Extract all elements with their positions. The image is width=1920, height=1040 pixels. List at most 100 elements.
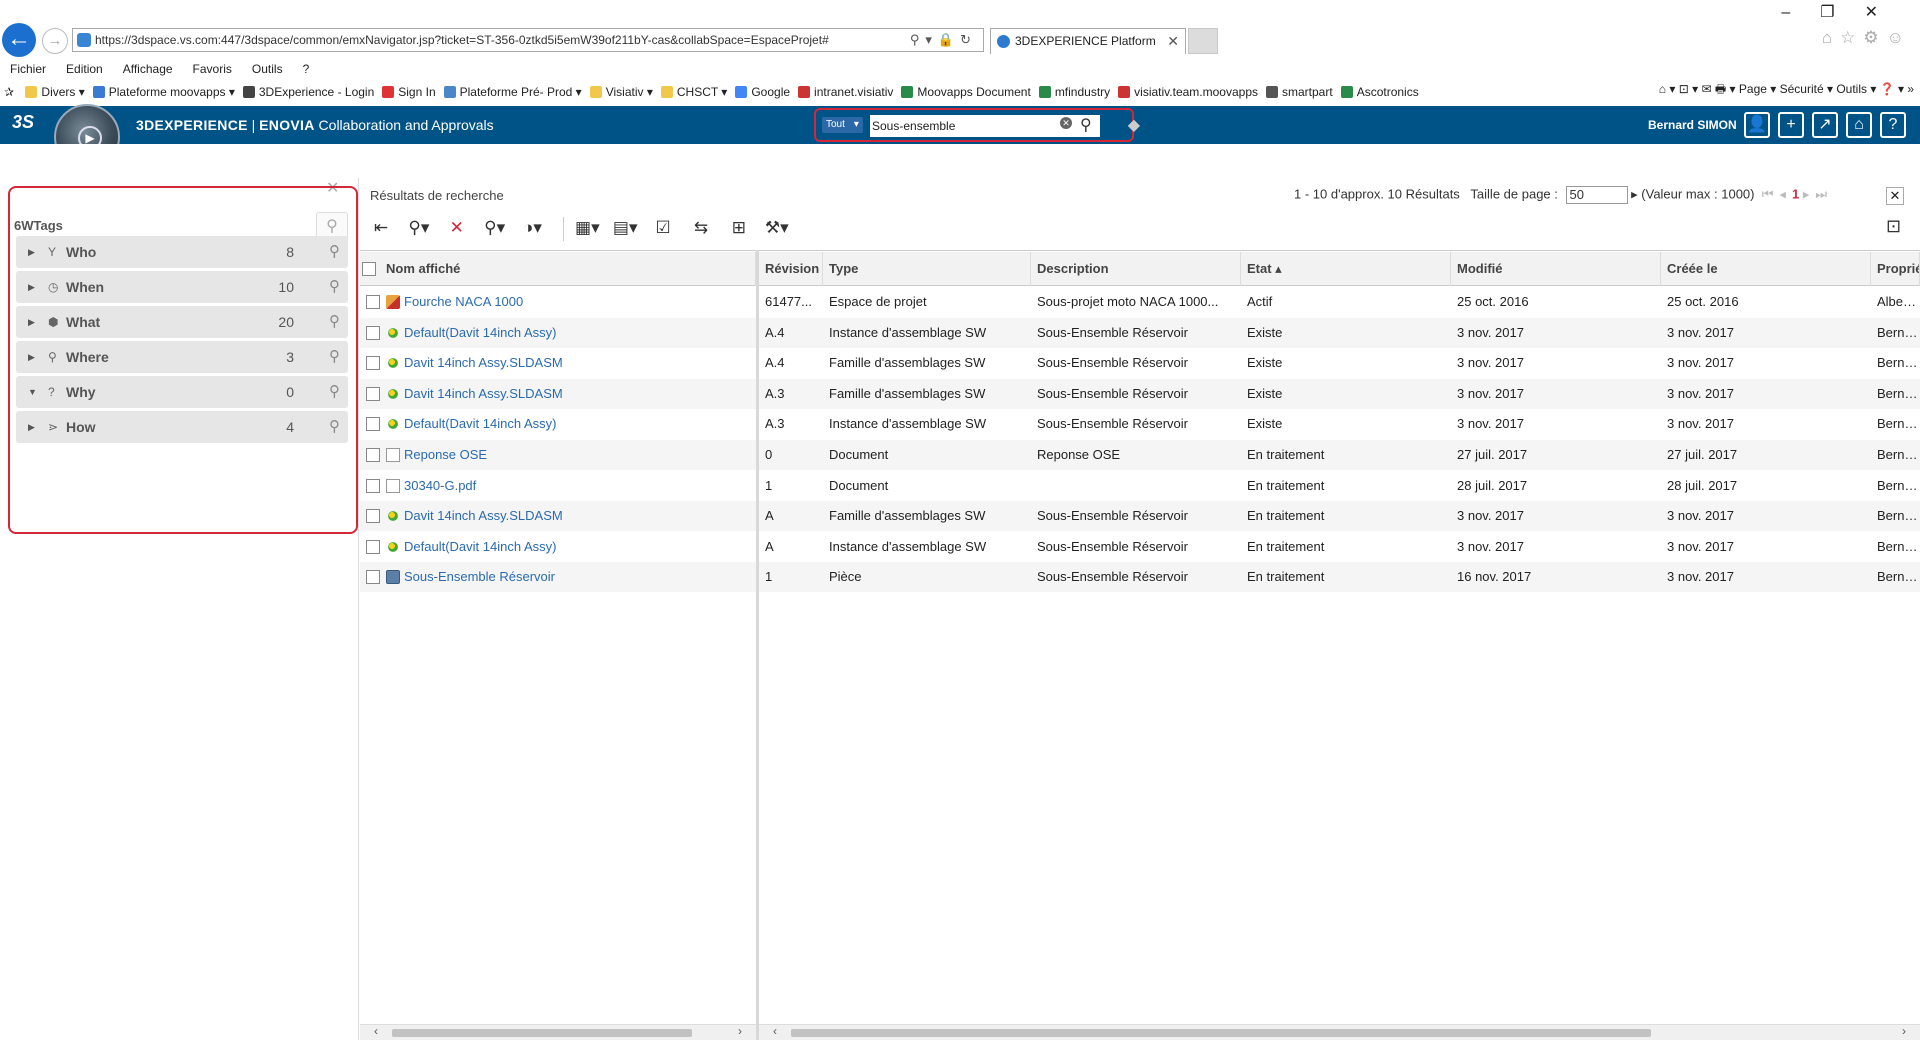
collapse-panel-icon[interactable]: ⇤ [368,214,394,242]
panel-divider[interactable] [358,178,359,1040]
export-icon[interactable]: ⇆ [688,214,714,242]
table-row[interactable]: Default(Davit 14inch Assy) [360,409,756,439]
menu-item[interactable]: Affichage [113,58,183,80]
menu-item[interactable]: Outils [242,58,293,80]
favorite-link[interactable]: Plateforme Pré- Prod ▾ [440,80,586,104]
favorite-link[interactable]: mfindustry [1035,80,1114,104]
favorite-link[interactable]: 3DExperience - Login [239,80,378,104]
user-profile-icon[interactable]: 👤 [1744,112,1770,138]
edit-table-icon[interactable]: ▦▾ [574,214,600,242]
preview-icon[interactable]: ⊡ [1886,216,1901,237]
object-name-link[interactable]: 30340-G.pdf [404,471,476,501]
collapsed-arrow-icon[interactable]: ▶ [28,341,35,373]
command-bar[interactable]: ⌂ ▾ ⊡ ▾ ✉ 🖶 ▾ Page ▾ Sécurité ▾ Outils ▾… [1659,80,1914,101]
tag-row-where[interactable]: ▶ ⚲ Where 3 ⚲ [16,341,348,373]
column-header-description[interactable]: Description [1031,252,1241,286]
browser-tab[interactable]: 3DEXPERIENCE Platform ✕ [990,28,1186,54]
table-row[interactable]: 30340-G.pdf [360,471,756,501]
tag-search-icon[interactable]: ⚲ [329,376,340,408]
tools-icon[interactable]: ⚒▾ [764,214,790,242]
collapsed-arrow-icon[interactable]: ▶ [28,271,35,303]
column-header-created[interactable]: Créée le [1661,252,1871,286]
table-row[interactable]: A.4 Instance d'assemblage SW Sous-Ensemble… [759,317,1920,348]
search-scope-dropdown[interactable]: Tout [822,117,863,133]
forward-button[interactable]: → [42,28,68,54]
favorite-link[interactable]: Divers ▾ [21,80,88,104]
fit-columns-icon[interactable]: ⊞ [726,214,752,242]
expanded-arrow-icon[interactable]: ▼ [28,376,37,408]
column-header-type[interactable]: Type [823,252,1031,286]
table-row[interactable]: A.4 Famille d'assemblages SW Sous-Ensemble… [759,348,1920,378]
object-name-link[interactable]: Fourche NACA 1000 [404,287,523,317]
validate-icon[interactable]: ☑ [650,214,676,242]
table-row[interactable]: A Famille d'assemblages SW Sous-Ensemble R… [759,501,1920,532]
row-checkbox[interactable] [366,570,380,585]
row-checkbox[interactable] [366,448,380,462]
table-row[interactable]: 1 Document En traitement 28 juil. 2017 28 ju… [759,471,1920,501]
favorite-link[interactable]: smartpart [1262,80,1337,104]
tag-row-how[interactable]: ▶ ⋗ How 4 ⚲ [16,411,348,443]
table-row[interactable]: Default(Davit 14inch Assy) [360,317,756,348]
object-name-link[interactable]: Default(Davit 14inch Assy) [404,532,556,562]
table-row[interactable]: A.3 Famille d'assemblages SW Sous-Ensemble… [759,378,1920,409]
object-name-link[interactable]: Davit 14inch Assy.SLDASM [404,348,563,378]
help-icon[interactable]: ? [1880,112,1906,138]
scroll-left-icon[interactable]: ‹ [773,1024,777,1038]
object-name-link[interactable]: Sous-Ensemble Réservoir [404,562,555,592]
scroll-right-icon[interactable]: › [738,1024,742,1038]
view-table-icon[interactable]: ▤▾ [612,214,638,242]
user-name[interactable]: Bernard SIMON [1648,106,1737,144]
collapsed-arrow-icon[interactable]: ▶ [28,236,35,268]
share-icon[interactable]: ↗ [1812,112,1838,138]
home-icon[interactable]: ⌂ [1846,112,1872,138]
column-header-name[interactable]: Nom affiché [380,252,756,286]
tag-search-icon[interactable]: ⚲ [329,236,340,268]
table-row[interactable]: 61477... Espace de projet Sous-projet moto… [759,287,1920,317]
favorite-link[interactable]: Google [731,80,794,104]
actions-menu-icon[interactable]: ◑▾ [520,214,546,242]
first-prev-page-icon[interactable]: ⏮◂ [1762,186,1792,201]
frozen-column-splitter[interactable] [756,250,759,1040]
tag-search-icon[interactable]: ⚲ [329,271,340,303]
table-row[interactable]: Davit 14inch Assy.SLDASM [360,501,756,532]
object-name-link[interactable]: Default(Davit 14inch Assy) [404,409,556,439]
table-row[interactable]: Fourche NACA 1000 [360,287,756,317]
scroll-right-icon[interactable]: › [1902,1024,1906,1038]
object-name-link[interactable]: Davit 14inch Assy.SLDASM [404,501,563,531]
column-header-revision[interactable]: Révision [759,252,823,286]
search-options-icon[interactable]: ⚲▾ [406,214,432,242]
object-name-link[interactable]: Reponse OSE [404,440,487,470]
tag-row-who[interactable]: ▶ Y Who 8 ⚲ [16,236,348,268]
table-row[interactable]: 1 Pièce Sous-Ensemble Réservoir En traiteme… [759,562,1920,593]
favorite-link[interactable]: intranet.visiativ [794,80,897,104]
table-row[interactable]: Davit 14inch Assy.SLDASM [360,348,756,378]
tab-close-icon[interactable]: ✕ [1167,29,1179,53]
favorite-link[interactable]: visiativ.team.moovapps [1114,80,1262,104]
scroll-thumb[interactable] [392,1029,692,1037]
collapsed-arrow-icon[interactable]: ▶ [28,411,35,443]
collapsed-arrow-icon[interactable]: ▶ [28,306,35,338]
tag-row-when[interactable]: ▶ ◷ When 10 ⚲ [16,271,348,303]
table-row[interactable]: Default(Davit 14inch Assy) [360,532,756,562]
row-checkbox[interactable] [366,325,380,340]
favorite-link[interactable]: CHSCT ▾ [657,80,731,104]
row-checkbox[interactable] [366,386,380,401]
table-row[interactable]: Davit 14inch Assy.SLDASM [360,378,756,409]
page-size-apply-icon[interactable]: ▸ [1631,186,1638,201]
left-horizontal-scrollbar[interactable]: ‹ › [360,1024,756,1040]
table-row[interactable]: A Instance d'assemblage SW Sous-Ensemble R… [759,532,1920,562]
row-checkbox[interactable] [366,356,380,371]
menu-item[interactable]: Favoris [183,58,242,80]
favorite-link[interactable]: Moovapps Document [897,80,1034,104]
row-checkbox[interactable] [366,539,380,554]
back-button[interactable]: ← [2,23,36,57]
tag-row-what[interactable]: ▶ ⬢ What 20 ⚲ [16,306,348,338]
column-header-state[interactable]: Etat ▴ [1241,252,1451,286]
next-last-page-icon[interactable]: ▸⏭ [1803,186,1833,201]
menu-item[interactable]: ? [293,58,320,80]
advanced-search-icon[interactable]: ⚲▾ [482,214,508,242]
object-name-link[interactable]: Davit 14inch Assy.SLDASM [404,379,563,409]
favorite-link[interactable]: Ascotronics [1337,80,1423,104]
address-bar[interactable]: https://3dspace.vs.com:447/3dspace/commo… [72,28,984,52]
tag-row-why[interactable]: ▼? Why 0 ⚲ [16,376,348,408]
